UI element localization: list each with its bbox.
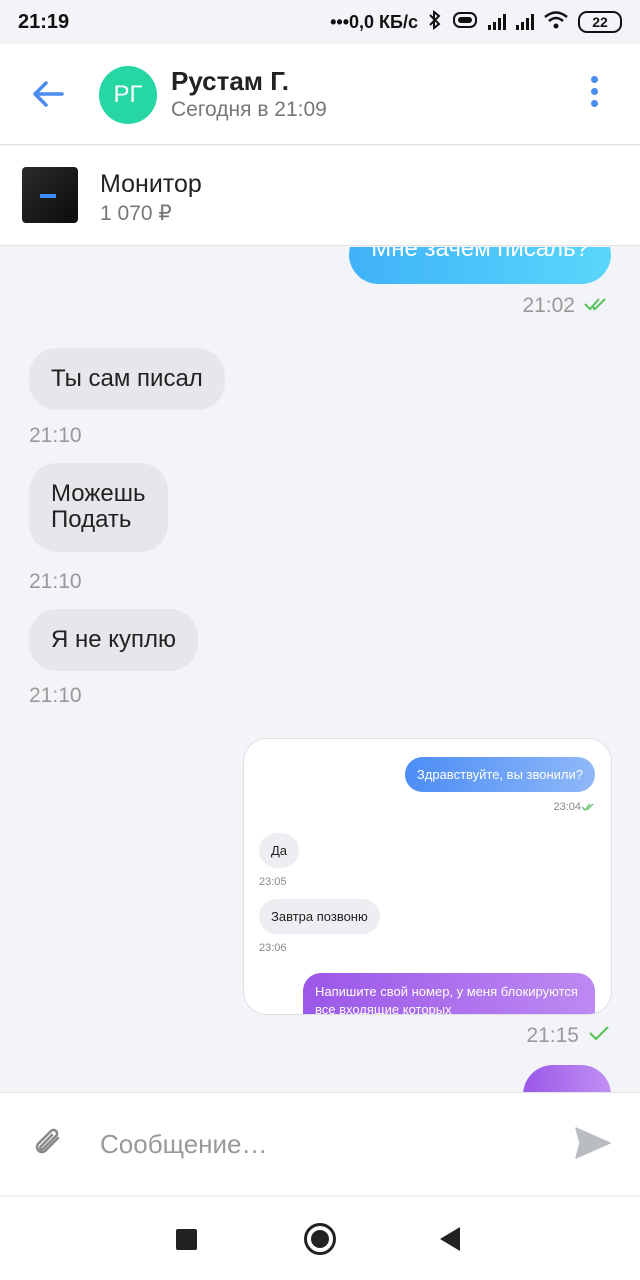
chat-header: РГ Рустам Г. Сегодня в 21:09 xyxy=(0,44,640,145)
time-text: 21:15 xyxy=(526,1024,579,1047)
status-bar: 21:19 •••0,0 КБ/с 22 xyxy=(0,0,640,44)
message-time: 21:02 xyxy=(522,294,611,318)
message-input[interactable] xyxy=(100,1123,540,1165)
send-icon[interactable] xyxy=(574,1125,612,1161)
signal-icon xyxy=(488,14,506,30)
message-bubble-partial[interactable] xyxy=(523,1065,611,1092)
paperclip-icon[interactable] xyxy=(30,1124,68,1162)
message-bubble[interactable]: Мне зачем писаль? xyxy=(349,247,611,284)
contact-name[interactable]: Рустам Г. xyxy=(171,66,289,97)
bluetooth-icon xyxy=(428,9,442,35)
system-nav-bar xyxy=(0,1196,640,1280)
image-message[interactable]: Здравствуйте, вы звонили? 23:04 Да 23:05… xyxy=(243,738,612,1015)
compose-bar xyxy=(0,1092,640,1195)
check-icon xyxy=(587,1024,611,1048)
embedded-time: 23:05 xyxy=(259,876,287,888)
more-vertical-icon[interactable] xyxy=(588,76,600,114)
back-triangle-icon[interactable] xyxy=(440,1227,460,1251)
message-time: 21:10 xyxy=(29,684,82,707)
avatar[interactable]: РГ xyxy=(99,66,157,124)
listing-thumbnail[interactable] xyxy=(22,167,78,223)
listing-price: 1 070 ₽ xyxy=(100,202,172,225)
status-time: 21:19 xyxy=(18,10,70,33)
embedded-message: Здравствуйте, вы звонили? xyxy=(404,757,595,792)
double-check-icon xyxy=(583,294,611,318)
message-bubble[interactable]: Можешь Подать xyxy=(29,463,168,552)
message-bubble[interactable]: Я не куплю xyxy=(29,609,199,672)
last-seen: Сегодня в 21:09 xyxy=(171,98,327,121)
vibrate-icon xyxy=(452,11,478,34)
battery-icon: 22 xyxy=(578,11,622,33)
message-time: 21:15 xyxy=(526,1024,611,1048)
recents-icon[interactable] xyxy=(176,1229,197,1250)
embedded-message: Да xyxy=(259,833,300,868)
embedded-message: Завтра позвоню xyxy=(259,899,380,934)
embedded-time: 23:04 xyxy=(553,801,581,813)
embedded-time: 23:06 xyxy=(259,942,287,954)
double-check-icon xyxy=(581,803,594,812)
signal-icon xyxy=(516,14,534,30)
wifi-icon xyxy=(544,10,568,34)
listing-title[interactable]: Монитор xyxy=(100,170,202,199)
status-icons: •••0,0 КБ/с 22 xyxy=(330,9,622,35)
arrow-left-icon[interactable] xyxy=(30,78,66,110)
message-time: 21:10 xyxy=(29,424,82,447)
home-icon[interactable] xyxy=(304,1223,336,1255)
listing-bar[interactable]: Монитор 1 070 ₽ xyxy=(0,146,640,246)
time-text: 21:02 xyxy=(522,294,575,317)
network-speed: •••0,0 КБ/с xyxy=(330,11,418,32)
embedded-message: Напишите свой номер, у меня блокируются … xyxy=(303,973,595,1014)
message-time: 21:10 xyxy=(29,570,82,593)
message-bubble[interactable]: Ты сам писал xyxy=(29,348,225,411)
message-list[interactable]: Мне зачем писаль? 21:02 Ты сам писал 21:… xyxy=(0,247,640,1092)
